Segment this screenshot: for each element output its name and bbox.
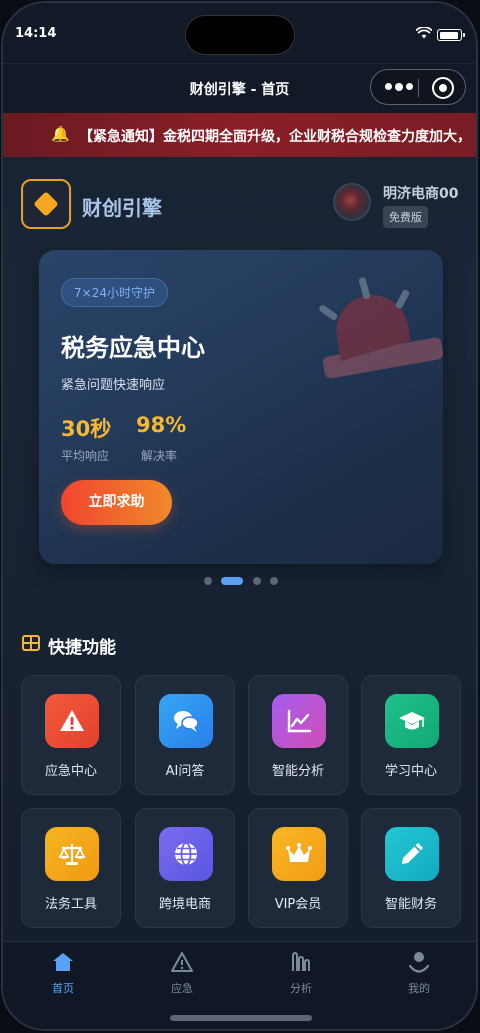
tab-label: 我的	[408, 982, 430, 995]
bell-icon: 🔔	[51, 125, 70, 143]
quick-smart-finance[interactable]: 智能财务	[361, 808, 461, 928]
carousel-indicator	[3, 577, 476, 587]
quick-label: 法务工具	[44, 897, 97, 912]
quick-label: VIP会员	[274, 897, 322, 912]
quick-label: 智能分析	[271, 764, 324, 779]
quick-label: 智能财务	[384, 897, 437, 912]
notice-text: 【紧急通知】金税四期全面升级，企业财税合规检查力度加大，	[79, 129, 471, 145]
chat-icon	[159, 694, 213, 748]
avatar[interactable]	[333, 183, 371, 221]
siren-icon	[319, 277, 443, 379]
wifi-icon	[416, 27, 432, 39]
bar-chart-icon	[292, 951, 310, 971]
tab-label: 首页	[52, 982, 74, 995]
brand-name: 财创引擎	[82, 196, 162, 220]
app-screen: 14:14 财创引擎 - 首页 🔔 【紧急通知】金税四期全面升级，企业财税合规检…	[3, 3, 476, 1029]
service-badge: 7×24小时守护	[61, 278, 168, 307]
tab-label: 分析	[290, 982, 312, 995]
user-icon	[408, 952, 430, 973]
warning-icon	[45, 694, 99, 748]
battery-icon	[437, 29, 465, 41]
quick-label: 跨境电商	[158, 897, 211, 912]
tab-profile[interactable]: 我的	[379, 950, 459, 996]
carousel-dot[interactable]	[204, 577, 212, 585]
quick-legal[interactable]: 法务工具	[21, 808, 121, 928]
warning-icon	[171, 952, 193, 972]
scale-icon	[45, 827, 99, 881]
notice-banner[interactable]: 🔔 【紧急通知】金税四期全面升级，企业财税合规检查力度加大，	[3, 113, 476, 157]
brand-logo	[21, 179, 71, 229]
stat-response-label: 平均响应	[61, 449, 110, 463]
tab-emergency[interactable]: 应急	[142, 950, 222, 996]
quick-functions-title: 快捷功能	[48, 638, 116, 658]
phone-frame: 14:14 财创引擎 - 首页 🔔 【紧急通知】金税四期全面升级，企业财税合规检…	[1, 1, 478, 1031]
quick-label: AI问答	[165, 764, 205, 779]
grid-icon	[22, 635, 40, 651]
tab-analysis[interactable]: 分析	[261, 950, 341, 996]
close-mini-program-button[interactable]	[432, 77, 454, 99]
carousel-dot[interactable]	[253, 577, 261, 585]
quick-learning[interactable]: 学习中心	[361, 675, 461, 795]
plan-badge: 免费版	[383, 206, 428, 228]
line-chart-icon	[272, 694, 326, 748]
mini-program-capsule	[370, 69, 466, 105]
quick-ai-qa[interactable]: AI问答	[135, 675, 235, 795]
hero-title: 税务应急中心	[61, 334, 205, 362]
pen-icon	[385, 827, 439, 881]
status-time: 14:14	[15, 26, 57, 41]
stat-resolve-label: 解决率	[141, 449, 178, 463]
quick-label: 学习中心	[384, 764, 437, 779]
stat-resolve-value: 98%	[136, 413, 187, 437]
home-icon	[53, 953, 73, 971]
carousel-dot-active[interactable]	[221, 577, 243, 585]
tab-home[interactable]: 首页	[23, 950, 103, 996]
more-menu-button[interactable]	[385, 82, 413, 91]
dynamic-island	[185, 15, 295, 55]
carousel-dot[interactable]	[270, 577, 278, 585]
user-name[interactable]: 明济电商00	[383, 183, 458, 203]
request-help-button[interactable]: 立即求助	[61, 480, 172, 525]
quick-vip[interactable]: VIP会员	[248, 808, 348, 928]
crown-icon	[272, 827, 326, 881]
stat-response-value: 30秒	[61, 417, 112, 441]
quick-label: 应急中心	[44, 764, 97, 779]
quick-emergency[interactable]: 应急中心	[21, 675, 121, 795]
graduation-cap-icon	[385, 694, 439, 748]
quick-analysis[interactable]: 智能分析	[248, 675, 348, 795]
quick-cross-border[interactable]: 跨境电商	[135, 808, 235, 928]
nav-bar: 财创引擎 - 首页	[3, 63, 476, 113]
home-indicator	[170, 1015, 312, 1021]
globe-icon	[159, 827, 213, 881]
tab-label: 应急	[171, 982, 193, 995]
emergency-hero-card[interactable]: 7×24小时守护 税务应急中心 紧急问题快速响应 30秒 平均响应 98% 解决…	[39, 250, 443, 564]
hero-subtitle: 紧急问题快速响应	[61, 378, 166, 393]
status-bar: 14:14	[3, 3, 476, 63]
